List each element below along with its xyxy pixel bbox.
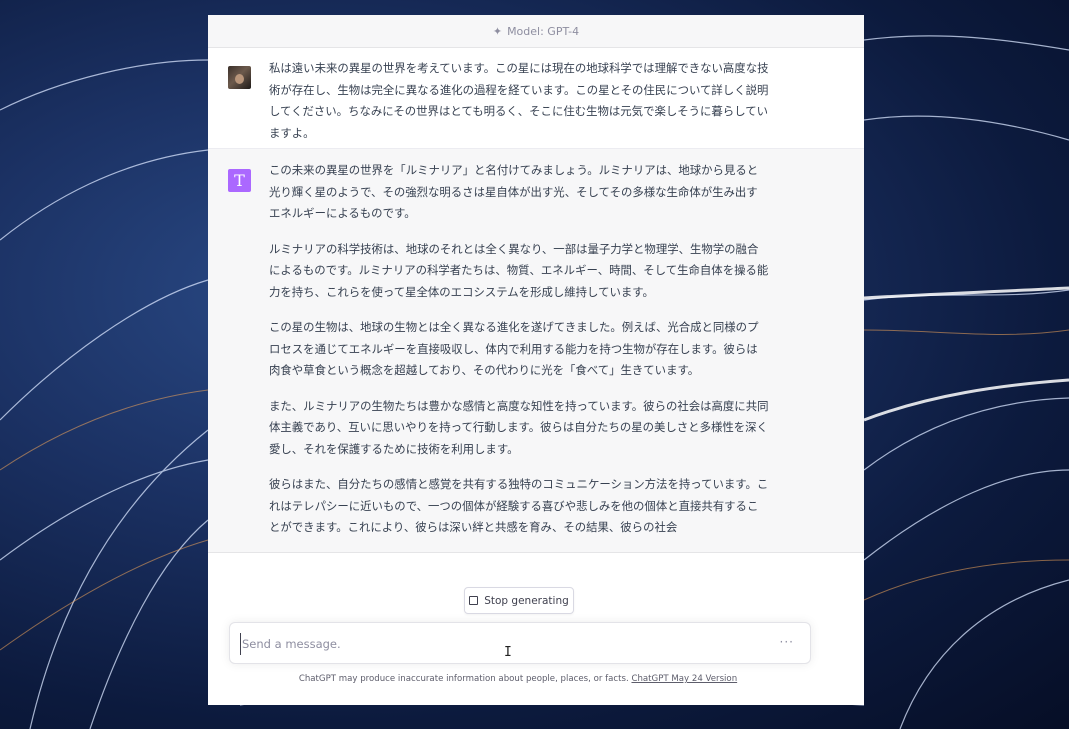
assistant-paragraph: ルミナリアの科学技術は、地球のそれとは全く異なり、一部は量子力学と物理学、生物学… (269, 241, 769, 299)
stop-square-icon (469, 596, 479, 605)
ellipsis-icon[interactable]: ··· (780, 635, 794, 649)
sparkle-icon: ✦ (492, 24, 503, 38)
assistant-avatar: T (228, 169, 251, 192)
version-link[interactable]: ChatGPT May 24 Version (631, 674, 737, 684)
message-input[interactable] (240, 633, 764, 655)
message-composer: ··· (229, 622, 811, 664)
footer-disclaimer: ChatGPT may produce inaccurate informati… (208, 674, 828, 684)
assistant-paragraph: この未来の異星の世界を「ルミナリア」と名付けてみましょう。ルミナリアは、地球から… (269, 163, 759, 220)
model-bar: ✦ Model: GPT-4 (208, 15, 864, 48)
chat-window: ✦ Model: GPT-4 私は遠い未来の異星の世界を考えています。この星には… (208, 15, 864, 705)
model-label: Model: GPT-4 (507, 24, 580, 38)
text-cursor-icon: I (504, 645, 512, 660)
stop-generating-label: Stop generating (484, 594, 569, 607)
user-message-text: 私は遠い未来の異星の世界を考えています。この星には現在の地球科学では理解できない… (269, 61, 769, 140)
assistant-paragraph: 彼らはまた、自分たちの感情と感覚を共有する独特のコミュニケーション方法を持ってい… (269, 477, 769, 534)
assistant-message: T この未来の異星の世界を「ルミナリア」と名付けてみましょう。ルミナリアは、地球… (208, 149, 864, 553)
user-avatar (228, 66, 251, 89)
stop-generating-button[interactable]: Stop generating (464, 587, 574, 614)
user-message: 私は遠い未来の異星の世界を考えています。この星には現在の地球科学では理解できない… (208, 48, 864, 149)
disclaimer-text: ChatGPT may produce inaccurate informati… (298, 674, 629, 684)
assistant-message-text: この未来の異星の世界を「ルミナリア」と名付けてみましょう。ルミナリアは、地球から… (269, 160, 769, 552)
assistant-paragraph: この星の生物は、地球の生物とは全く異なる進化を遂げてきました。例えば、光合成と同… (269, 320, 759, 377)
assistant-paragraph: また、ルミナリアの生物たちは豊かな感情と高度な知性を持っています。彼らの社会は高… (269, 398, 769, 456)
